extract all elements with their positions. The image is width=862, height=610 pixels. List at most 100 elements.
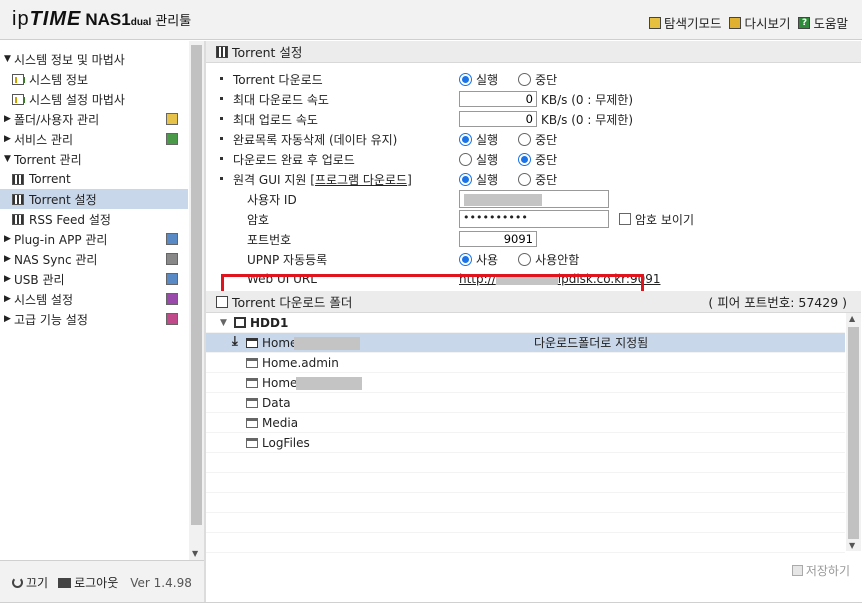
torrent-download-run-radio[interactable] <box>459 72 472 86</box>
user-id-input[interactable] <box>459 190 609 208</box>
hdd-label: HDD1 <box>250 315 289 330</box>
row-password: 암호 •••••••••• 암호 보이기 <box>206 209 861 229</box>
sidebar-item-rss-feed[interactable]: RSS Feed 설정 <box>0 209 188 229</box>
remote-gui-label: 원격 GUI 지원 [프로그램 다운로드] <box>233 171 412 188</box>
sync-icon <box>166 253 178 265</box>
redacted-value <box>296 377 362 390</box>
refresh-link[interactable]: 다시보기 <box>729 13 790 32</box>
collapsed-triangle-icon: ▶ <box>4 134 11 144</box>
tree-folder-row[interactable]: Data <box>206 393 845 413</box>
max-download-input[interactable] <box>459 91 537 107</box>
sidebar-item-usb[interactable]: ▶ USB 관리 <box>0 269 188 289</box>
settings-section-header: Torrent 설정 <box>206 41 861 63</box>
tree-folder-row[interactable]: Media <box>206 413 845 433</box>
tree-folder-row[interactable]: Home.admin <box>206 353 845 373</box>
radio-label: 중단 <box>535 172 558 187</box>
upload-after-run-radio[interactable] <box>459 152 472 166</box>
remote-gui-label-suffix: ] <box>407 172 412 187</box>
show-password-checkbox[interactable] <box>619 213 631 225</box>
power-off-button[interactable]: 끄기 <box>12 574 48 591</box>
auto-delete-run-radio[interactable] <box>459 132 472 146</box>
radio-label: 중단 <box>535 132 558 147</box>
row-port: 포트번호 <box>206 229 861 249</box>
sidebar-item-label: 서비스 관리 <box>14 132 74 147</box>
radio-label: 중단 <box>535 72 558 87</box>
bottom-border <box>0 602 862 610</box>
help-icon: ? <box>798 16 811 29</box>
sidebar-item-system-info-wizard[interactable]: ▼ 시스템 정보 및 마법사 <box>0 49 188 69</box>
port-input[interactable] <box>459 231 537 247</box>
download-arrow-icon: ⤓ <box>232 334 238 349</box>
folder-icon <box>246 378 258 388</box>
sidebar-item-torrent[interactable]: Torrent <box>0 169 188 189</box>
folder-tree-scroll-thumb[interactable] <box>848 327 859 539</box>
save-button[interactable]: 저장하기 <box>791 562 850 579</box>
bullet <box>220 177 223 180</box>
sidebar-item-advanced[interactable]: ▶ 고급 기능 설정 <box>0 309 188 329</box>
key-icon <box>58 577 72 588</box>
expanded-triangle-icon[interactable]: ▼ <box>220 318 230 328</box>
max-download-label: 최대 다운로드 속도 <box>233 92 329 107</box>
sidebar-item-service[interactable]: ▶ 서비스 관리 <box>0 129 188 149</box>
film-icon <box>216 45 228 58</box>
sidebar-item-label: 시스템 정보 및 마법사 <box>14 52 125 67</box>
tree-empty-row <box>206 453 845 473</box>
radio-label: 실행 <box>476 172 499 187</box>
remote-gui-run-radio[interactable] <box>459 172 472 186</box>
logo-tool: 관리툴 <box>155 13 192 28</box>
upnp-no-use-radio[interactable] <box>518 252 532 266</box>
password-label: 암호 <box>247 212 270 227</box>
sidebar-item-setup-wizard[interactable]: 시스템 설정 마법사 <box>0 89 188 109</box>
sidebar-item-torrent-manage[interactable]: ▼ Torrent 관리 <box>0 149 188 169</box>
folder-tree-scrollbar[interactable]: ▲ ▼ <box>846 313 861 551</box>
collapsed-triangle-icon: ▶ <box>4 254 11 264</box>
scroll-up-arrow-icon[interactable]: ▲ <box>849 314 855 323</box>
sidebar-item-system-settings[interactable]: ▶ 시스템 설정 <box>0 289 188 309</box>
tree-empty-row <box>206 493 845 513</box>
auto-delete-stop-radio[interactable] <box>518 132 532 146</box>
explorer-mode-link[interactable]: 탐색기모드 <box>648 13 721 32</box>
sidebar-scrollbar[interactable]: ▼ <box>189 41 204 560</box>
power-icon <box>12 577 23 588</box>
sidebar-item-system-info[interactable]: 시스템 정보 <box>0 69 188 89</box>
film-icon <box>12 173 24 185</box>
sidebar-scroll-thumb[interactable] <box>191 45 202 525</box>
program-download-link[interactable]: 프로그램 다운로드 <box>315 173 407 187</box>
sidebar-item-label: USB 관리 <box>14 272 65 287</box>
folder-name: Data <box>262 395 291 410</box>
scroll-down-arrow-icon[interactable]: ▼ <box>192 549 198 558</box>
folder-name: Media <box>262 415 299 430</box>
torrent-download-stop-radio[interactable] <box>518 72 532 86</box>
password-input[interactable]: •••••••••• <box>459 210 609 228</box>
scroll-down-arrow-icon[interactable]: ▼ <box>849 541 855 550</box>
sidebar-item-nas-sync[interactable]: ▶ NAS Sync 관리 <box>0 249 188 269</box>
explorer-icon <box>648 16 661 29</box>
tree-folder-row[interactable]: ⤓ Home 다운로드폴더로 지정됨 <box>206 333 845 353</box>
max-upload-unit: KB/s (0 : 무제한) <box>541 112 634 127</box>
sidebar-item-label: NAS Sync 관리 <box>14 252 98 267</box>
help-link[interactable]: ? 도움말 <box>798 13 848 32</box>
folder-name: Home.admin <box>262 355 339 370</box>
sidebar-item-folder-user[interactable]: ▶ 폴더/사용자 관리 <box>0 109 188 129</box>
upnp-use-radio[interactable] <box>459 252 472 266</box>
tree-folder-row[interactable]: LogFiles <box>206 433 845 453</box>
max-upload-input[interactable] <box>459 111 537 127</box>
remote-gui-label-prefix: 원격 GUI 지원 [ <box>233 172 315 187</box>
tree-hdd-row[interactable]: ▼ HDD1 <box>206 313 845 333</box>
upload-after-stop-radio[interactable] <box>518 152 532 166</box>
logout-label: 로그아웃 <box>74 576 119 590</box>
service-icon <box>166 133 178 145</box>
film-icon <box>12 213 24 225</box>
redacted-value <box>294 337 360 350</box>
sidebar-item-torrent-settings[interactable]: Torrent 설정 <box>0 189 188 209</box>
show-password-label: 암호 보이기 <box>635 212 695 227</box>
logout-button[interactable]: 로그아웃 <box>58 574 118 591</box>
tree-folder-row[interactable]: Home <box>206 373 845 393</box>
remote-gui-stop-radio[interactable] <box>518 172 532 186</box>
tree-empty-row <box>206 533 845 553</box>
system-settings-icon <box>166 293 178 305</box>
sidebar-item-plugin-app[interactable]: ▶ Plug-in APP 관리 <box>0 229 188 249</box>
folder-section-title: Torrent 다운로드 폴더 <box>232 295 353 310</box>
folder-name: Home <box>262 335 298 350</box>
save-label: 저장하기 <box>805 564 850 578</box>
